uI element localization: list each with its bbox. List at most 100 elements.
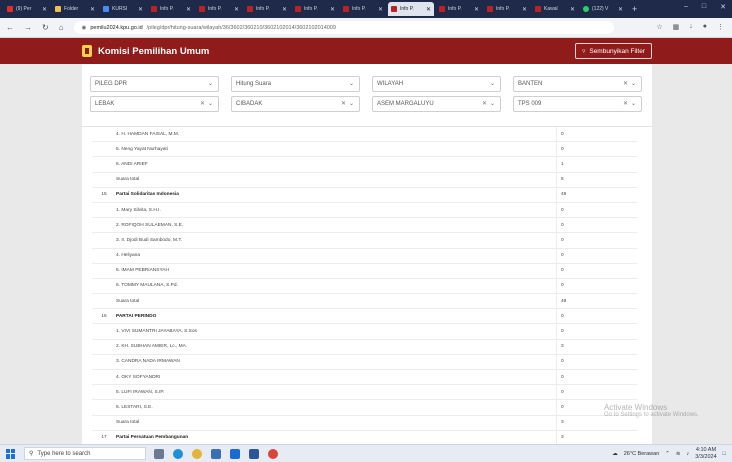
- browser-tab[interactable]: Info P. ✕: [292, 2, 338, 16]
- browser-tab[interactable]: Info P. ✕: [148, 2, 194, 16]
- tab-close-icon[interactable]: ✕: [138, 6, 143, 13]
- forward-icon[interactable]: →: [24, 23, 32, 32]
- tab-close-icon[interactable]: ✕: [378, 6, 383, 13]
- filter-district[interactable]: CIBADAK ✕ ⌄: [231, 96, 360, 112]
- vote-count: 5: [556, 172, 636, 187]
- tab-label: Info P.: [256, 6, 270, 12]
- clear-icon[interactable]: ✕: [623, 100, 628, 107]
- table-row: 5. Neng Yayat Nurhayati 0: [92, 142, 637, 158]
- kpu-logo: [82, 45, 92, 57]
- filter-election-type[interactable]: PILEG DPR ⌄: [90, 76, 219, 92]
- task-view-icon[interactable]: [154, 448, 164, 459]
- vote-count: 49: [556, 294, 636, 309]
- browser-tab[interactable]: Kawal ✕: [532, 2, 578, 16]
- browser-tab[interactable]: (122) V ✕: [580, 2, 626, 16]
- filter-polling-station[interactable]: TPS 009 ✕ ⌄: [513, 96, 642, 112]
- menu-icon[interactable]: ⋮: [717, 23, 724, 31]
- tab-close-icon[interactable]: ✕: [186, 6, 191, 13]
- browser-tab[interactable]: Folder ✕: [52, 2, 98, 16]
- tab-close-icon[interactable]: ✕: [90, 6, 95, 13]
- notification-icon[interactable]: □: [723, 451, 726, 457]
- maximize-icon[interactable]: □: [702, 3, 706, 11]
- close-icon[interactable]: ✕: [720, 3, 726, 11]
- candidate-name: 6. ANDI ARIEF: [116, 161, 148, 167]
- edge-icon[interactable]: [173, 448, 183, 459]
- windows-start-icon[interactable]: [6, 448, 16, 459]
- browser-tab[interactable]: KURSI ✕: [100, 2, 146, 16]
- clear-icon[interactable]: ✕: [341, 100, 346, 107]
- tab-label: Folder: [64, 6, 79, 12]
- bookmark-star-icon[interactable]: ☆: [656, 23, 662, 31]
- vote-count: 0: [556, 248, 636, 263]
- table-row: 4. OKY SOFYANDRI 0: [92, 370, 637, 386]
- candidate-name: Suara total: [116, 177, 140, 183]
- back-icon[interactable]: ←: [6, 23, 14, 32]
- table-row: 5. LUFI IRAWAN, S.IP. 0: [92, 385, 637, 401]
- chevron-down-icon: ⌄: [207, 81, 213, 87]
- vote-count: 0: [556, 385, 636, 400]
- home-icon[interactable]: ⌂: [59, 23, 64, 32]
- browser-tab[interactable]: Info P. ✕: [340, 2, 386, 16]
- chrome-icon[interactable]: [192, 448, 202, 459]
- reload-icon[interactable]: ↻: [42, 23, 49, 32]
- browser-tab[interactable]: Info P. ✕: [196, 2, 242, 16]
- filter-village[interactable]: ASEM MARGALUYU ✕ ⌄: [372, 96, 501, 112]
- browser-tab[interactable]: (9) Per ✕: [4, 2, 50, 16]
- table-row: 4. H. HAMDAN FAISAL, M.M. 0: [92, 127, 637, 143]
- candidate-name: 5. LUFI IRAWAN, S.IP.: [116, 389, 165, 395]
- taskbar-search[interactable]: ⚲ Type here to search: [24, 447, 146, 460]
- candidate-name: 4. Heliyana: [116, 253, 140, 259]
- globe-icon: [103, 6, 109, 12]
- browser-tab[interactable]: Info P. ✕: [436, 2, 482, 16]
- profile-icon[interactable]: ●: [703, 23, 707, 31]
- download-icon[interactable]: ↓: [689, 23, 693, 31]
- clear-icon[interactable]: ✕: [482, 100, 487, 107]
- vote-count: 0: [556, 263, 636, 278]
- minimize-icon[interactable]: –: [684, 3, 688, 11]
- chevron-down-icon: ⌄: [348, 101, 354, 107]
- network-icon[interactable]: ≋: [676, 451, 681, 457]
- store-icon[interactable]: [230, 448, 240, 459]
- tab-close-icon[interactable]: ✕: [330, 6, 335, 13]
- browser-tab[interactable]: Info P. ✕: [484, 2, 530, 16]
- tray-chevron-icon[interactable]: ⌃: [665, 451, 670, 457]
- url-host: pemilu2024.kpu.go.id: [90, 24, 143, 31]
- tab-close-icon[interactable]: ✕: [474, 6, 479, 13]
- browser-tab[interactable]: Info P. ✕: [388, 2, 434, 16]
- site-info-icon[interactable]: ◉: [82, 25, 87, 31]
- volume-icon[interactable]: ♪: [687, 451, 690, 457]
- tab-close-icon[interactable]: ✕: [42, 6, 47, 13]
- hide-filter-button[interactable]: ▿ Sembunyikan Filter: [575, 43, 652, 59]
- word-icon[interactable]: [249, 448, 259, 459]
- filter-regency[interactable]: LEBAK ✕ ⌄: [90, 96, 219, 112]
- candidate-name: 5. Neng Yayat Nurhayati: [116, 146, 168, 152]
- tab-close-icon[interactable]: ✕: [522, 6, 527, 13]
- chrome-profile-icon[interactable]: [268, 448, 278, 459]
- kpu-icon: [487, 6, 493, 12]
- clear-icon[interactable]: ✕: [200, 100, 205, 107]
- clock[interactable]: 4:10 AM 3/3/2024: [695, 447, 716, 461]
- tab-close-icon[interactable]: ✕: [570, 6, 575, 13]
- tab-close-icon[interactable]: ✕: [426, 6, 431, 13]
- tab-close-icon[interactable]: ✕: [618, 6, 623, 13]
- tab-close-icon[interactable]: ✕: [234, 6, 239, 13]
- candidate-name: 4. OKY SOFYANDRI: [116, 374, 161, 380]
- vote-count: 3: [556, 430, 636, 445]
- browser-tab[interactable]: Info P. ✕: [244, 2, 290, 16]
- kpu-icon: [247, 6, 253, 12]
- new-tab-button[interactable]: +: [632, 4, 637, 14]
- tab-close-icon[interactable]: ✕: [282, 6, 287, 13]
- table-row: 3. Ir. Djodi Budi Sambodo, M.T. 0: [92, 233, 637, 249]
- url-field[interactable]: ◉ pemilu2024.kpu.go.id/pileg/dpr/hitung-…: [73, 21, 614, 34]
- mail-icon[interactable]: [211, 448, 221, 459]
- filter-area: PILEG DPR ⌄ Hitung Suara ⌄ WILAYAH ⌄ BANTEN…: [90, 76, 642, 116]
- filter-province[interactable]: BANTEN ✕ ⌄: [513, 76, 642, 92]
- address-bar-row: ← → ↻ ⌂ ◉ pemilu2024.kpu.go.id/pileg/dpr…: [0, 18, 732, 38]
- url-path: /pileg/dpr/hitung-suara/wilayah/36/3602/…: [146, 24, 336, 31]
- extensions-icon[interactable]: ▦: [673, 23, 680, 31]
- filter-count-type[interactable]: Hitung Suara ⌄: [231, 76, 360, 92]
- table-row: 6. LESTARI, S.E. 0: [92, 400, 637, 416]
- table-row: 4. Heliyana 0: [92, 248, 637, 264]
- clear-icon[interactable]: ✕: [623, 80, 628, 87]
- filter-scope[interactable]: WILAYAH ⌄: [372, 76, 501, 92]
